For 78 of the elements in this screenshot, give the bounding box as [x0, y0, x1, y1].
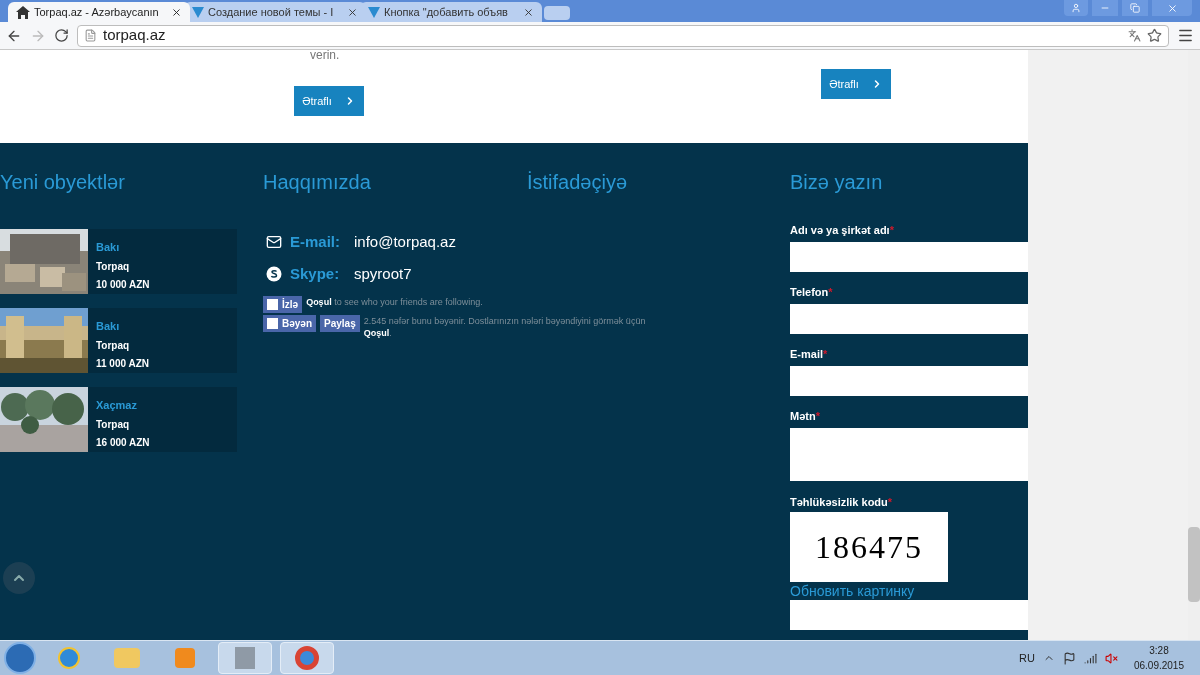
listing-type: Torpaq	[96, 417, 131, 432]
captcha-code: 186475	[815, 528, 923, 567]
browser-tab[interactable]: Torpaq.az - Azərbaycanın	[8, 2, 190, 22]
start-button[interactable]	[4, 642, 36, 674]
field-label: Təhlükəsizlik kodu*	[790, 495, 894, 510]
close-icon	[1166, 2, 1178, 14]
star-icon[interactable]	[1147, 28, 1162, 43]
section-heading: Haqqımızda	[263, 170, 372, 195]
refresh-captcha-link[interactable]: Обновить картинку	[790, 582, 1028, 600]
input-field[interactable]	[790, 366, 1028, 396]
listing-card[interactable]: Bakı Torpaq 11 000 AZN	[0, 308, 237, 373]
browser-tab[interactable]: Кнопка "добавить объяв	[360, 2, 542, 22]
listing-type: Torpaq	[96, 259, 131, 274]
restore-icon	[1130, 3, 1140, 13]
field-label: Adı və ya şirkət adı*	[790, 223, 895, 238]
skype-icon	[266, 266, 282, 282]
volume-icon[interactable]	[1104, 651, 1118, 665]
share-button[interactable]: Paylaş	[320, 315, 360, 332]
field-label: Telefon*	[790, 285, 834, 300]
tab-title: Кнопка "добавить объяв	[384, 4, 509, 20]
contact-label: E-mail:	[290, 231, 340, 252]
profile-button[interactable]	[1064, 0, 1088, 16]
signal-icon[interactable]	[1083, 651, 1097, 665]
section-heading: Yeni obyektlər	[0, 170, 126, 195]
join-link[interactable]: Qoşul	[306, 297, 332, 307]
new-tab-button[interactable]	[544, 6, 570, 20]
person-icon	[1071, 3, 1081, 13]
clock-time: 3:28	[1149, 644, 1169, 658]
restore-button[interactable]	[1122, 0, 1148, 16]
details-button[interactable]: Ətraflı	[821, 69, 891, 99]
input-field[interactable]	[790, 304, 1028, 334]
input-field[interactable]	[790, 242, 1028, 272]
language-indicator[interactable]: RU	[1019, 649, 1035, 667]
menu-icon[interactable]	[1177, 27, 1194, 44]
listing-card[interactable]: Xaçmaz Torpaq 16 000 AZN	[0, 387, 237, 452]
listing-city: Bakı	[96, 319, 121, 334]
contact-value: spyroot7	[354, 263, 412, 284]
scroll-top-button[interactable]	[3, 562, 35, 594]
field-label: Mətn*	[790, 409, 821, 424]
listing-type: Torpaq	[96, 338, 131, 353]
section-heading: İstifadəçiyə	[527, 170, 629, 195]
listing-city: Xaçmaz	[96, 398, 138, 413]
minimize-button[interactable]	[1092, 0, 1118, 16]
description-text: verin.	[310, 47, 340, 64]
close-icon[interactable]	[523, 6, 534, 18]
flag-icon[interactable]	[1062, 651, 1076, 665]
contact-value: info@torpaq.az	[354, 231, 456, 252]
contact-label: Skype:	[290, 263, 340, 284]
section-heading: Bizə yazın	[790, 170, 884, 195]
translate-icon[interactable]	[1128, 29, 1141, 42]
like-button[interactable]: Bəyən	[263, 315, 316, 332]
triangle-icon	[192, 6, 204, 18]
listing-card[interactable]: Bakı Torpaq 10 000 AZN	[0, 229, 237, 294]
details-button[interactable]: Ətraflı	[294, 86, 364, 116]
mail-icon	[266, 234, 282, 250]
follow-text: Qoşul to see who your friends are following.	[306, 296, 484, 308]
listing-price: 11 000 AZN	[96, 356, 149, 371]
listing-price: 16 000 AZN	[96, 435, 150, 450]
house-icon	[16, 5, 30, 19]
captcha-field[interactable]	[790, 600, 1028, 630]
page-icon	[84, 29, 97, 42]
close-icon[interactable]	[347, 6, 358, 18]
follow-button[interactable]: İzlə	[263, 296, 303, 313]
tab-title: Создание новой темы - I	[208, 4, 335, 20]
clock-date: 06.09.2015	[1133, 659, 1184, 673]
chrome-icon[interactable]	[280, 642, 334, 674]
address-bar[interactable]: torpaq.az	[77, 24, 1169, 47]
reload-icon[interactable]	[54, 28, 69, 43]
listing-city: Bakı	[96, 240, 121, 255]
triangle-icon	[368, 6, 380, 18]
url-text: torpaq.az	[103, 25, 167, 46]
close-icon[interactable]	[171, 6, 182, 18]
listing-price: 10 000 AZN	[96, 277, 150, 292]
taskbar-app-button[interactable]	[218, 642, 272, 674]
field-label: E-mail*	[790, 347, 829, 362]
tab-title: Torpaq.az - Azərbaycanın	[34, 4, 160, 20]
message-field[interactable]	[790, 428, 1028, 481]
likes-text: 2.545 nəfər bunu bəyənir. Dostlarınızın nələri bəyəndiyini görmək üçün Qoşul.	[363, 315, 647, 339]
